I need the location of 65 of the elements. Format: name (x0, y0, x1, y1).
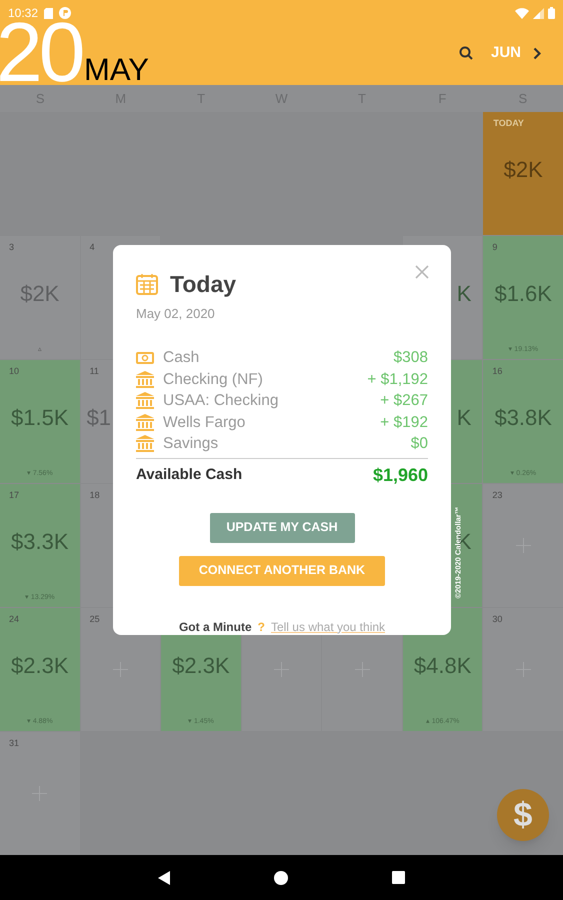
account-name: USAA: Checking (163, 391, 280, 412)
back-icon[interactable] (158, 870, 170, 884)
account-name: Checking (NF) (163, 370, 264, 390)
chevron-right-icon (533, 46, 542, 60)
day-number: 11 (90, 365, 99, 378)
question-mark: ? (258, 618, 265, 636)
day-number: 18 (90, 489, 100, 502)
sd-card-icon (44, 8, 54, 18)
balance-amount: $2.3K (10, 652, 70, 680)
balance-amount: $4.8K (412, 652, 472, 680)
day-number: 3 (9, 241, 14, 254)
notification-icon (59, 7, 72, 19)
account-name: Wells Fargo (163, 412, 246, 433)
bank-icon (136, 414, 154, 431)
calendar-icon (136, 273, 158, 296)
today-label: TODAY (493, 117, 524, 130)
day-number: 9 (492, 241, 498, 254)
account-amount: + $1,192 (367, 370, 428, 390)
day-number: 10 (9, 365, 20, 378)
account-amount: + $267 (380, 391, 428, 412)
feedback-link[interactable]: Tell us what you think (270, 618, 386, 636)
recents-icon[interactable] (392, 871, 405, 884)
wifi-icon (515, 8, 529, 18)
close-icon[interactable] (415, 265, 429, 279)
account-name: Savings (163, 434, 220, 454)
connect-bank-button[interactable]: CONNECT ANOTHER BANK (179, 556, 385, 586)
account-amount: $308 (394, 348, 428, 368)
balance-amount: $2K (502, 156, 544, 184)
dialog-title: Today (170, 270, 236, 299)
balance-amount: $1.6K (493, 280, 553, 308)
dialog-date: May 02, 2020 (136, 304, 216, 323)
month-name: MAY (84, 54, 149, 86)
account-amount: $0 (410, 434, 428, 454)
battery-icon (548, 7, 555, 19)
balance-amount: K (456, 280, 472, 308)
total-amount: $1,960 (372, 464, 428, 486)
search-icon[interactable] (459, 46, 473, 60)
account-name: Cash (163, 348, 200, 368)
day-number: 23 (492, 489, 502, 502)
calendar-cell[interactable]: 31 (0, 732, 80, 855)
signal-icon (533, 8, 544, 18)
bank-icon (136, 392, 154, 410)
next-month-button[interactable]: JUN (491, 42, 542, 64)
day-number: 31 (9, 737, 20, 750)
bank-icon (136, 370, 154, 388)
balance-amount: $3.8K (493, 404, 553, 432)
calendar-cell[interactable]: 23 (483, 484, 563, 607)
calendar-cell[interactable]: 30 (483, 608, 563, 731)
total-label: Available Cash (136, 464, 242, 485)
day-number: 4 (90, 241, 95, 254)
account-amount: + $192 (380, 412, 428, 433)
balance-amount: $3.3K (10, 528, 70, 556)
day-number: 16 (492, 365, 502, 378)
day-number: 25 (90, 613, 100, 626)
day-number: 24 (9, 613, 20, 626)
balance-amount: $1.5K (10, 404, 70, 432)
home-icon[interactable] (274, 870, 288, 884)
day-number: 17 (9, 489, 20, 502)
calendar-cell[interactable]: TODAY $2K (483, 112, 563, 235)
balance-amount: K (456, 404, 472, 432)
update-cash-button[interactable]: UPDATE MY CASH (210, 512, 354, 542)
balance-amount: $2.3K (171, 652, 231, 680)
bank-icon (136, 435, 154, 452)
banknote-icon (136, 352, 154, 364)
day-number: 30 (492, 613, 502, 626)
